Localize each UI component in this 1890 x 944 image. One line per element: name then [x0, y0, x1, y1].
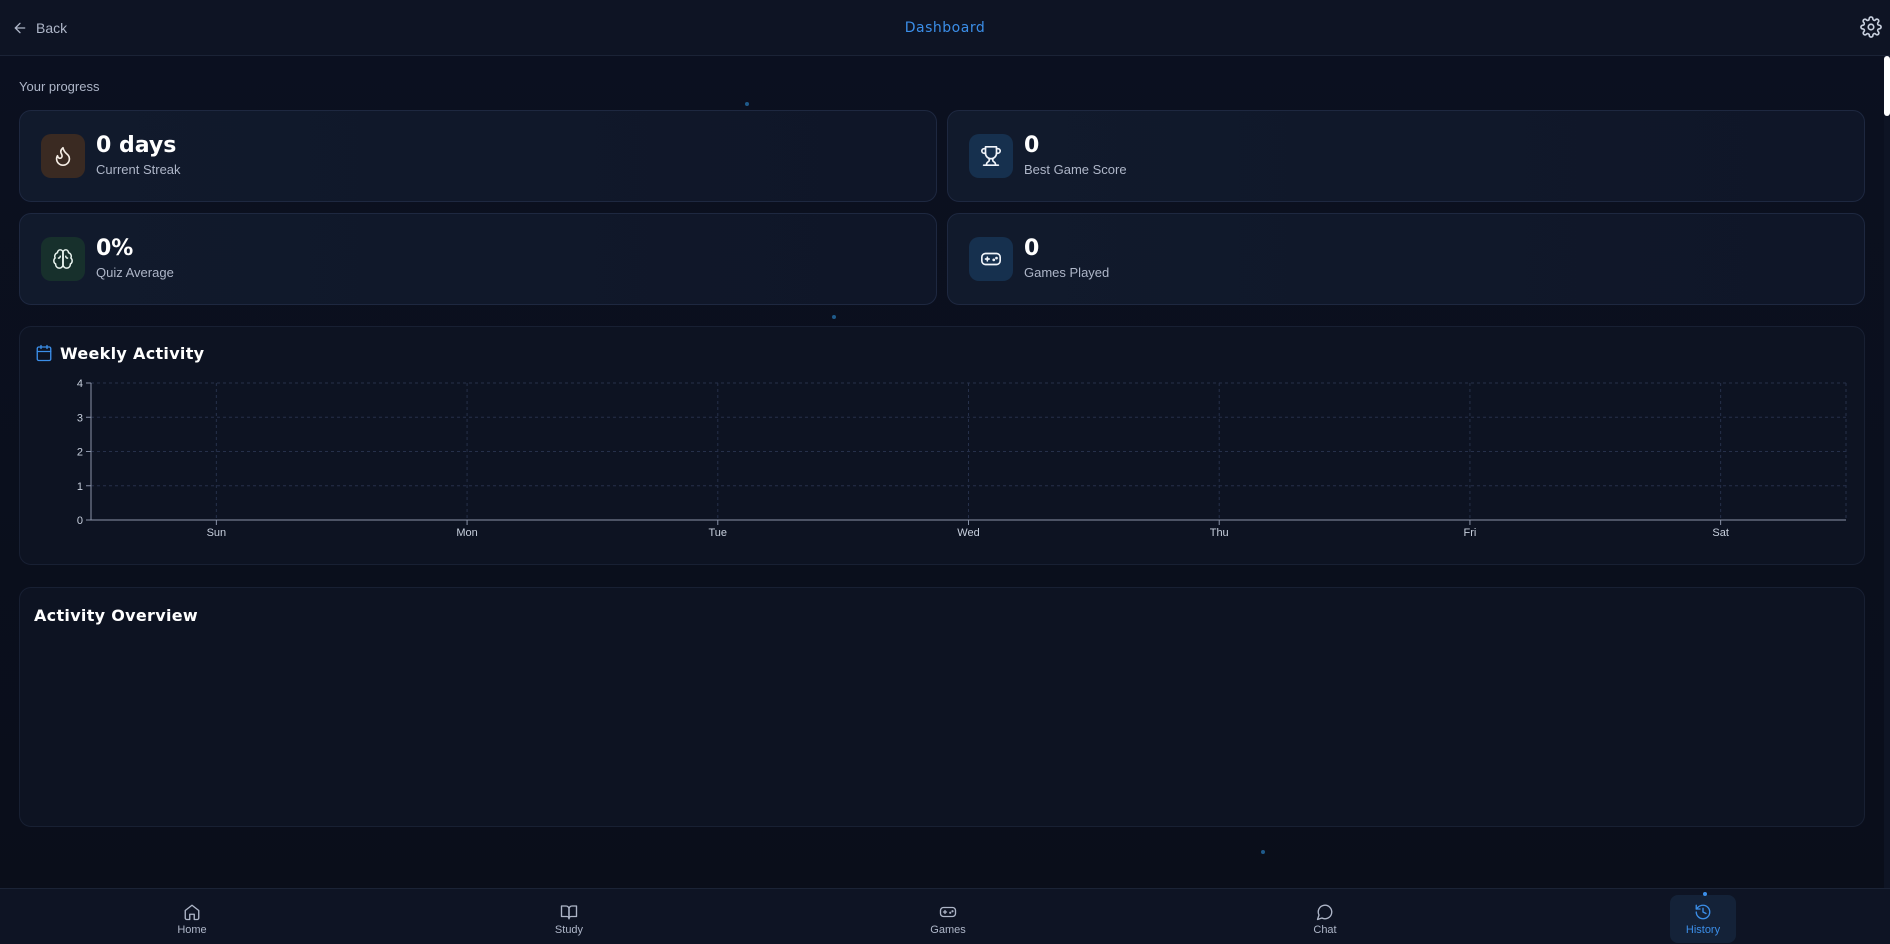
y-tick-label: 1 — [77, 481, 83, 493]
x-tick-label: Thu — [1210, 527, 1229, 539]
scrollbar-track[interactable] — [1884, 56, 1890, 888]
dashboard-app: Back Dashboard Your progress 0 days Curr… — [0, 0, 1890, 944]
streak-value: 0 days — [96, 133, 177, 158]
gear-icon — [1860, 16, 1882, 38]
y-tick-label: 2 — [77, 447, 83, 459]
progress-heading: Your progress — [19, 79, 100, 94]
flame-icon — [55, 146, 71, 166]
gamepad-icon — [981, 252, 1001, 266]
history-icon — [1695, 904, 1711, 919]
brain-icon — [53, 249, 73, 269]
quiz-average-value: 0% — [96, 236, 134, 261]
x-tick-label: Sat — [1712, 527, 1729, 539]
x-tick-label: Wed — [957, 527, 979, 539]
nav-item-games[interactable]: Games — [915, 895, 981, 943]
x-tick-label: Sun — [207, 527, 227, 539]
arrow-left-icon — [14, 22, 26, 34]
decorative-dot — [1261, 850, 1265, 854]
games-played-label: Games Played — [1024, 265, 1110, 280]
quiz-average-label: Quiz Average — [96, 265, 174, 280]
top-bar: Back Dashboard — [0, 0, 1890, 56]
score-icon-badge — [969, 134, 1013, 178]
book-icon — [560, 904, 578, 919]
scrollbar-thumb[interactable] — [1884, 56, 1890, 116]
activity-overview-title: Activity Overview — [34, 606, 198, 625]
decorative-dot — [832, 315, 836, 319]
activity-overview-panel: Activity Overview — [19, 587, 1865, 827]
active-indicator-dot — [1703, 892, 1707, 896]
nav-label-chat: Chat — [1313, 923, 1337, 936]
back-label: Back — [36, 20, 68, 36]
gamepad-icon — [939, 906, 957, 917]
x-tick-label: Tue — [709, 527, 728, 539]
nav-label-study: Study — [554, 923, 584, 936]
nav-label-games: Games — [930, 923, 966, 936]
page-title: Dashboard — [904, 19, 986, 36]
bottom-nav: Home Study Games Chat History — [0, 888, 1890, 944]
weekly-activity-chart: 0 1 2 3 4 Sun Mon Tue Wed Thu Fri Sat — [77, 378, 1847, 539]
nav-item-study[interactable]: Study — [536, 895, 602, 943]
nav-label-home: Home — [177, 923, 207, 936]
quiz-average-card: 0% Quiz Average — [19, 213, 937, 305]
best-score-card: 0 Best Game Score — [947, 110, 1865, 202]
nav-item-chat[interactable]: Chat — [1292, 895, 1358, 943]
y-tick-label: 4 — [77, 378, 83, 390]
y-tick-label: 0 — [77, 515, 83, 527]
nav-label-history: History — [1685, 923, 1721, 936]
best-score-label: Best Game Score — [1024, 162, 1127, 177]
games-played-card: 0 Games Played — [947, 213, 1865, 305]
streak-label: Current Streak — [96, 162, 181, 177]
best-score-value: 0 — [1024, 133, 1040, 158]
nav-item-home[interactable]: Home — [159, 895, 225, 943]
chat-icon — [1316, 904, 1333, 920]
settings-button[interactable] — [1860, 16, 1882, 38]
decorative-dot — [745, 102, 749, 106]
x-tick-label: Fri — [1464, 527, 1477, 539]
trophy-icon — [981, 146, 1001, 166]
games-icon-badge — [969, 237, 1013, 281]
quiz-icon-badge — [41, 237, 85, 281]
home-icon — [184, 904, 200, 920]
x-tick-label: Mon — [456, 527, 477, 539]
streak-card: 0 days Current Streak — [19, 110, 937, 202]
streak-icon-badge — [41, 134, 85, 178]
back-button[interactable]: Back — [12, 16, 67, 40]
games-played-value: 0 — [1024, 236, 1040, 261]
y-tick-label: 3 — [77, 412, 83, 424]
weekly-activity-panel: Weekly Activity 0 1 2 3 4 Sun Mon Tue Wed Thu Fri S… — [19, 326, 1865, 565]
nav-item-history[interactable]: History — [1670, 895, 1736, 943]
